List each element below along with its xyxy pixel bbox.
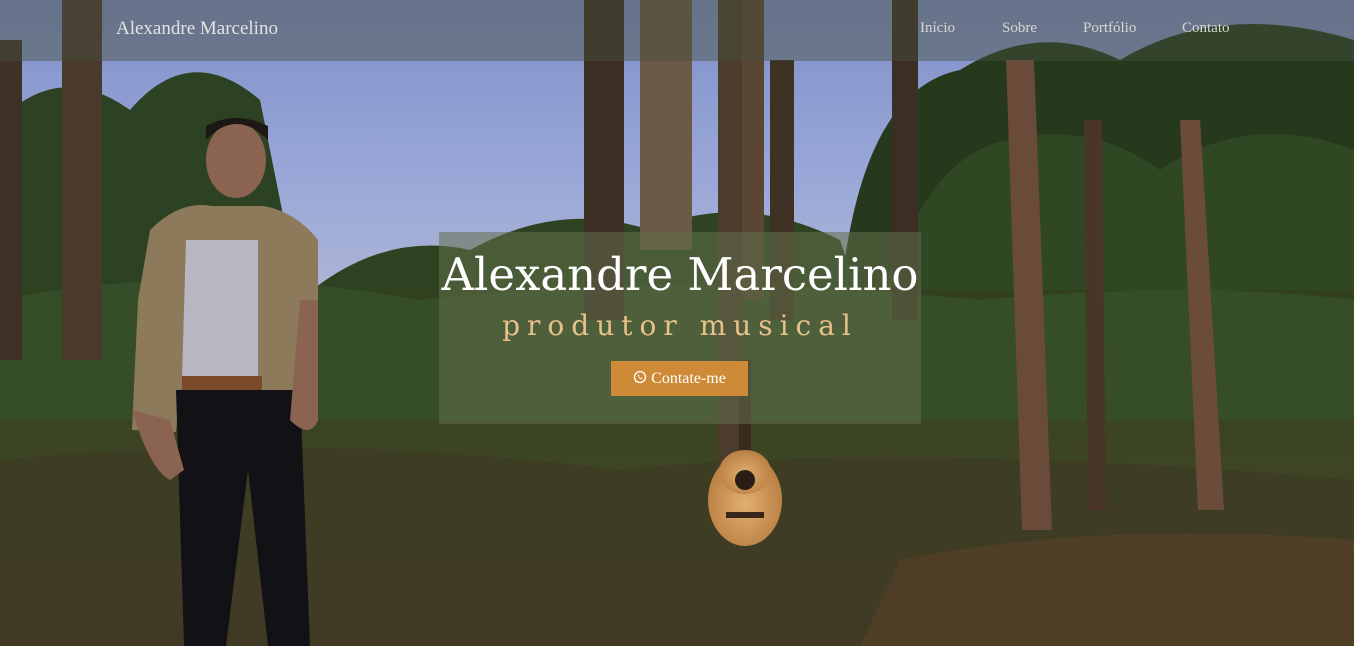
nav-link-portfolio[interactable]: Portfólio	[1083, 20, 1136, 37]
contact-button[interactable]: Contate-me	[611, 361, 748, 396]
contact-button-label: Contate-me	[651, 370, 726, 387]
hero-card: Alexandre Marcelino produtor musical Con…	[439, 232, 921, 424]
hero-subtitle: produtor musical	[502, 309, 858, 342]
top-navbar: Alexandre Marcelino Início Sobre Portfól…	[0, 0, 1354, 61]
hero-title: Alexandre Marcelino	[441, 248, 919, 301]
nav-menu: Início Sobre Portfólio Contato	[0, 20, 1354, 44]
nav-link-sobre[interactable]: Sobre	[1002, 20, 1037, 37]
nav-link-contato[interactable]: Contato	[1182, 20, 1230, 37]
nav-link-inicio[interactable]: Início	[920, 20, 955, 37]
whatsapp-icon	[634, 370, 647, 384]
hero-section: Alexandre Marcelino Início Sobre Portfól…	[0, 0, 1354, 646]
